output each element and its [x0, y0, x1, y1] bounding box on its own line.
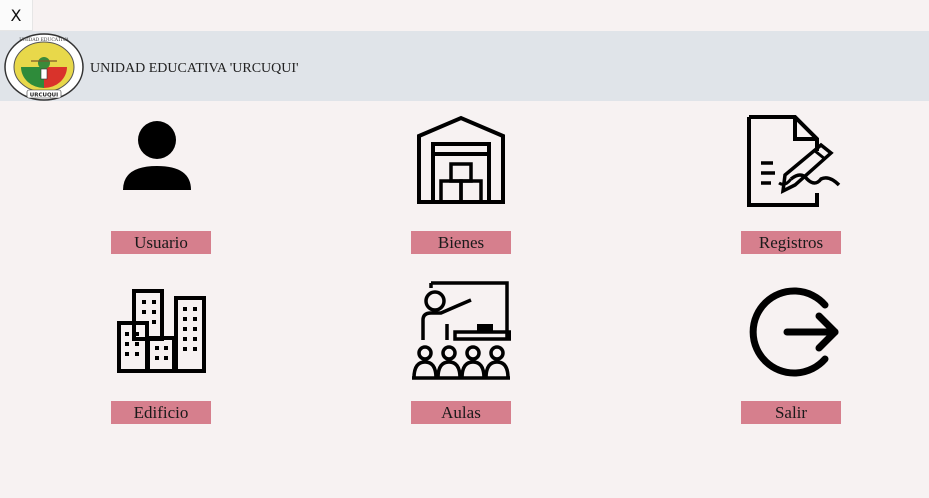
registros-button[interactable]: Registros: [741, 231, 841, 254]
buildings-icon: [117, 289, 206, 373]
edificio-button[interactable]: Edificio: [111, 401, 211, 424]
school-logo: URCUQUI UNIDAD EDUCATIVA: [4, 33, 84, 101]
warehouse-icon: [417, 115, 505, 204]
logo-bottom-text: URCUQUI: [30, 93, 58, 99]
aulas-button[interactable]: Aulas: [411, 401, 511, 424]
usuario-button[interactable]: Usuario: [111, 231, 211, 254]
logo-top-text: UNIDAD EDUCATIVA: [19, 37, 69, 43]
document-sign-icon: [747, 115, 841, 207]
salir-button[interactable]: Salir: [741, 401, 841, 424]
classroom-icon: [412, 281, 511, 380]
user-icon: [123, 121, 191, 190]
bienes-button[interactable]: Bienes: [411, 231, 511, 254]
header-bar: URCUQUI UNIDAD EDUCATIVA UNIDAD EDUCATIV…: [0, 31, 929, 101]
logout-icon: [749, 287, 839, 377]
close-button[interactable]: X: [0, 0, 33, 31]
school-name: UNIDAD EDUCATIVA 'URCUQUI': [90, 61, 299, 76]
